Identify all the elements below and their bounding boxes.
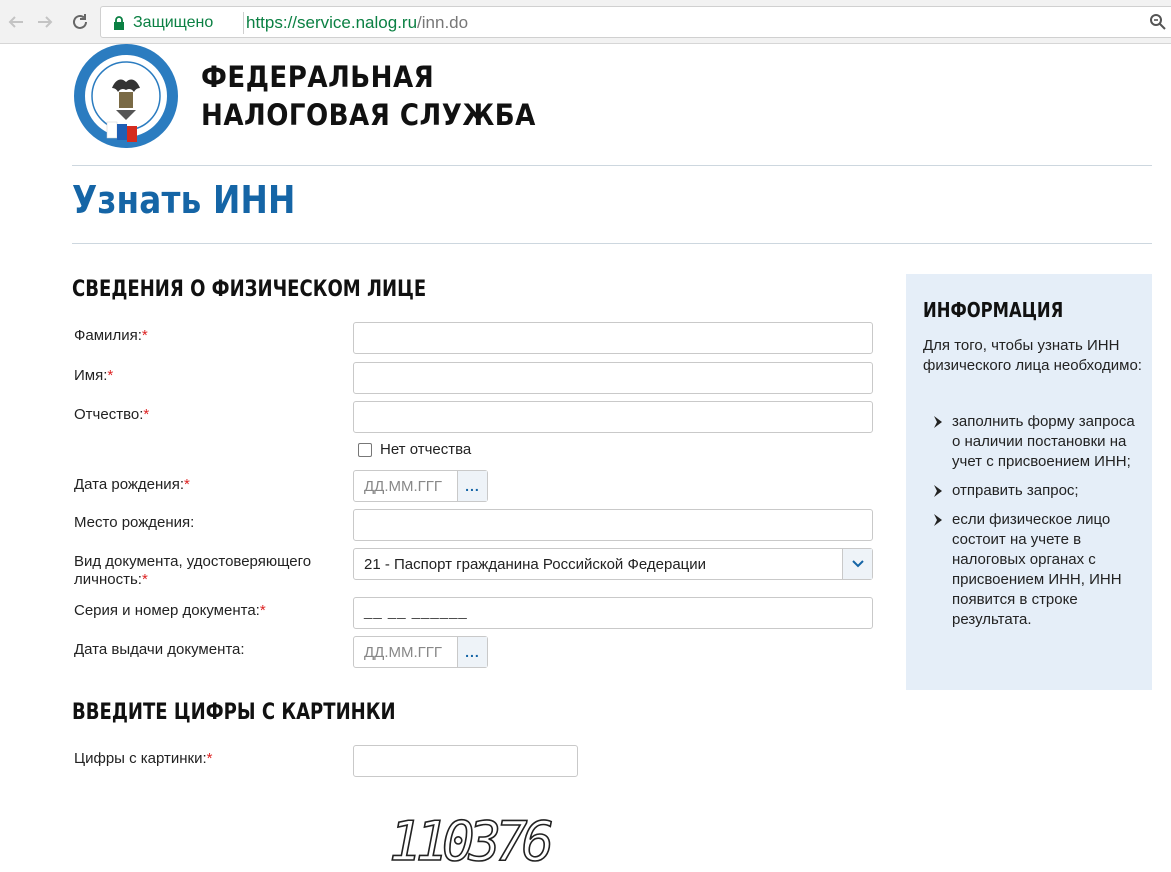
no-patronymic-option[interactable]: Нет отчества (358, 441, 471, 458)
browser-toolbar: Защищено https://service.nalog.ru/inn.do (0, 0, 1171, 44)
chevron-down-icon (851, 560, 864, 568)
header-divider (72, 165, 1152, 166)
info-panel: ИНФОРМАЦИЯ Для того, чтобы узнать ИНН фи… (906, 274, 1152, 690)
secure-label: Защищено (133, 14, 214, 31)
birth-date-input[interactable]: ДД.ММ.ГГГ ... (353, 470, 488, 502)
captcha-text: 110376 (389, 810, 552, 872)
address-separator (243, 12, 244, 34)
reload-button[interactable] (68, 10, 92, 34)
zoom-icon (1150, 14, 1166, 30)
info-intro: Для того, чтобы узнать ИНН физического л… (923, 337, 1142, 374)
agency-name-line1: ФЕДЕРАЛЬНАЯ (201, 60, 435, 94)
url-text[interactable]: https://service.nalog.ru/inn.do (246, 13, 468, 33)
captcha-section-title: ВВЕДИТЕ ЦИФРЫ С КАРТИНКИ (72, 700, 396, 725)
chevron-right-icon (934, 416, 942, 428)
back-button[interactable] (4, 10, 28, 34)
birth-date-placeholder: ДД.ММ.ГГГ (364, 478, 443, 495)
security-indicator[interactable]: Защищено (113, 12, 244, 34)
doc-date-placeholder: ДД.ММ.ГГГ (364, 644, 443, 661)
arrow-left-icon (8, 16, 23, 28)
page-title: Узнать ИНН (72, 178, 296, 222)
surname-input[interactable] (353, 322, 873, 354)
list-item: если физическое лицо состоит на учете в … (930, 510, 1145, 630)
person-section-title: СВЕДЕНИЯ О ФИЗИЧЕСКОМ ЛИЦЕ (72, 277, 427, 302)
required-mark: * (206, 750, 213, 767)
patronymic-label: Отчество:* (74, 406, 150, 423)
doc-date-input[interactable]: ДД.ММ.ГГГ ... (353, 636, 488, 668)
list-item: отправить запрос; (930, 481, 1145, 501)
url-host: https://service.nalog.ru (246, 13, 418, 32)
required-mark: * (141, 327, 148, 344)
name-label: Имя:* (74, 367, 114, 384)
captcha-image: 110376 (388, 809, 558, 872)
captcha-input[interactable] (353, 745, 578, 777)
surname-label: Фамилия:* (74, 327, 148, 344)
required-mark: * (143, 406, 150, 423)
doc-date-label: Дата выдачи документа: (74, 641, 245, 658)
zoom-button[interactable] (1149, 13, 1167, 36)
url-path: /inn.do (417, 13, 469, 32)
info-list: заполнить форму запроса о наличии постан… (930, 412, 1145, 639)
captcha-label: Цифры с картинки:* (74, 750, 213, 767)
no-patronymic-label[interactable]: Нет отчества (380, 441, 471, 458)
forward-button[interactable] (33, 10, 57, 34)
agency-name: ФЕДЕРАЛЬНАЯ НАЛОГОВАЯ СЛУЖБА (201, 58, 536, 134)
doc-number-mask: __ __ ______ (364, 603, 468, 620)
chevron-right-icon (934, 514, 942, 526)
required-mark: * (183, 476, 190, 493)
no-patronymic-checkbox[interactable] (358, 442, 372, 457)
required-mark: * (141, 571, 148, 588)
birth-date-label: Дата рождения:* (74, 476, 190, 493)
name-input[interactable] (353, 362, 873, 394)
fns-emblem-logo[interactable] (72, 44, 180, 150)
agency-name-line2: НАЛОГОВАЯ СЛУЖБА (201, 98, 536, 132)
list-item: заполнить форму запроса о наличии постан… (930, 412, 1145, 472)
patronymic-input[interactable] (353, 401, 873, 433)
info-title: ИНФОРМАЦИЯ (923, 298, 1064, 322)
address-bar[interactable]: Защищено https://service.nalog.ru/inn.do (100, 6, 1171, 38)
arrow-right-icon (38, 16, 53, 28)
doc-type-select[interactable]: 21 - Паспорт гражданина Российской Федер… (353, 548, 873, 580)
birth-place-label: Место рождения: (74, 514, 195, 531)
required-mark: * (259, 602, 266, 619)
lock-icon (114, 16, 124, 30)
title-divider (72, 243, 1152, 244)
doc-type-value: 21 - Паспорт гражданина Российской Федер… (364, 556, 707, 573)
birth-date-calendar-button[interactable]: ... (457, 471, 487, 501)
doc-number-input[interactable]: __ __ ______ (353, 597, 873, 629)
required-mark: * (107, 367, 114, 384)
doc-number-label: Серия и номер документа:* (74, 602, 266, 619)
doc-type-dropdown-button[interactable] (842, 549, 872, 579)
birth-place-input[interactable] (353, 509, 873, 541)
doc-date-calendar-button[interactable]: ... (457, 637, 487, 667)
chevron-right-icon (934, 485, 942, 497)
reload-icon (73, 14, 87, 29)
doc-type-label: Вид документа, удостоверяющего личность:… (74, 553, 312, 588)
